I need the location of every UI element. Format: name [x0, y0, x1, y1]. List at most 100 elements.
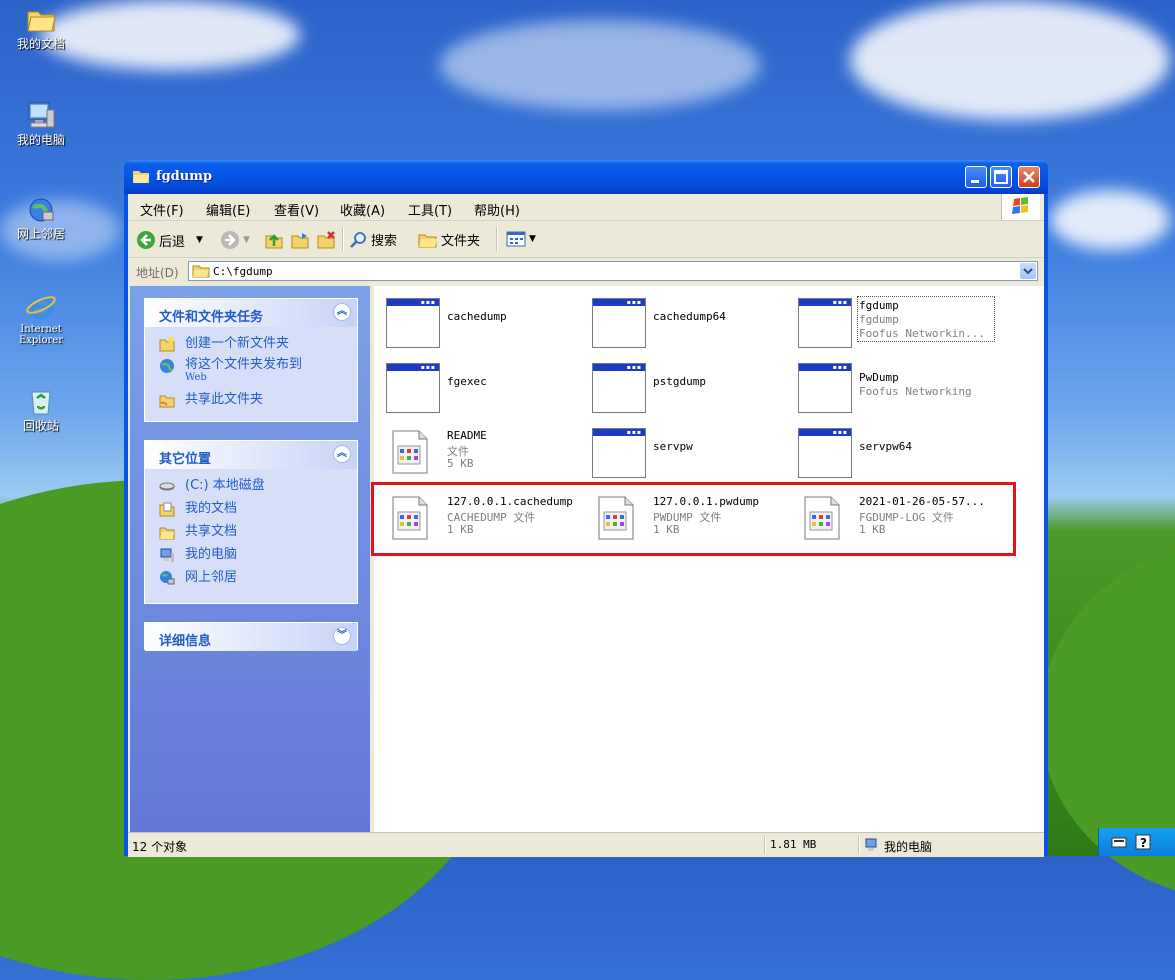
place-my-computer[interactable]: 我的电脑: [145, 544, 357, 567]
menu-edit[interactable]: 编辑(E): [206, 200, 250, 219]
other-places-panel: 其它位置 ︽ (C:) 本地磁盘 我的文档 共享文档 我的电脑 网上邻居: [144, 440, 358, 604]
network-globe-icon: [160, 571, 175, 585]
address-dropdown-button[interactable]: [1020, 263, 1036, 279]
panel-header[interactable]: 详细信息 ︾: [145, 623, 357, 651]
status-separator: [764, 836, 766, 854]
title-bar[interactable]: fgdump: [124, 160, 1048, 194]
file-name: servpw: [653, 440, 693, 453]
total-size: 1.81 MB: [770, 838, 817, 851]
chevron-down-icon[interactable]: ▼: [243, 235, 250, 245]
keyboard-icon[interactable]: [1111, 835, 1127, 849]
minimize-button[interactable]: [965, 166, 987, 188]
file-item[interactable]: ▪▪▪ PwDump Foofus Networking: [792, 361, 992, 417]
folder-icon: [159, 527, 175, 540]
delete-folder-icon: [317, 231, 335, 249]
application-icon: ▪▪▪: [592, 363, 646, 413]
maximize-icon: [994, 170, 1008, 184]
file-description: fgdump: [859, 313, 899, 326]
desktop-icon-label: 网上邻居: [16, 227, 65, 241]
task-new-folder[interactable]: 创建一个新文件夹: [145, 333, 357, 355]
task-label: 共享此文件夹: [185, 392, 264, 407]
panel-title: 文件和文件夹任务: [159, 310, 264, 325]
hard-drive-icon: [159, 482, 175, 491]
folder-up-icon: [265, 234, 283, 249]
windows-flag-icon: [1012, 197, 1028, 214]
collapse-icon[interactable]: ︽: [333, 445, 351, 463]
collapse-icon[interactable]: ︽: [333, 303, 351, 321]
internet-explorer-icon: [26, 294, 56, 320]
panel-header[interactable]: 其它位置 ︽: [145, 441, 357, 469]
menu-file[interactable]: 文件(F): [140, 200, 184, 219]
computer-icon: [160, 548, 174, 562]
file-item[interactable]: README 文件 5 KB: [380, 426, 580, 482]
place-shared-documents[interactable]: 共享文档: [145, 521, 357, 544]
chevron-down-icon[interactable]: ▼: [529, 234, 536, 244]
address-value: C:\fgdump: [213, 265, 273, 278]
back-button[interactable]: 后退 ▼: [136, 230, 203, 250]
task-publish-web[interactable]: 将这个文件夹发布到 Web: [145, 355, 357, 389]
search-label: 搜索: [371, 234, 398, 249]
file-name: fgdump: [859, 299, 899, 312]
application-icon: ▪▪▪: [592, 428, 646, 478]
menu-favorites[interactable]: 收藏(A): [340, 200, 385, 219]
move-to-button[interactable]: [290, 230, 310, 250]
file-item[interactable]: ▪▪▪ servpw: [586, 426, 786, 482]
folder-icon: [192, 265, 210, 278]
file-company: Foofus Networking: [859, 385, 972, 398]
file-item[interactable]: ▪▪▪ cachedump64: [586, 296, 786, 352]
file-item[interactable]: ▪▪▪ fgdump fgdump Foofus Networkin...: [792, 296, 995, 352]
menu-bar: 文件(F) 编辑(E) 查看(V) 收藏(A) 工具(T) 帮助(H): [128, 194, 1044, 221]
file-tasks-panel: 文件和文件夹任务 ︽ 创建一个新文件夹 将这个文件夹发布到 Web 共享此文件夹: [144, 298, 358, 422]
task-label-sub: Web: [185, 372, 207, 383]
expand-icon[interactable]: ︾: [333, 627, 351, 645]
task-share-folder[interactable]: 共享此文件夹: [145, 389, 357, 411]
chevron-down-icon: [1023, 268, 1033, 275]
place-network[interactable]: 网上邻居: [145, 567, 357, 590]
computer-icon: [28, 102, 55, 128]
application-icon: ▪▪▪: [386, 298, 440, 348]
help-icon[interactable]: ?: [1135, 834, 1151, 850]
folders-button[interactable]: 文件夹: [418, 230, 480, 249]
forward-button[interactable]: ▼: [220, 230, 250, 250]
up-folder-button[interactable]: [264, 230, 284, 250]
file-name: servpw64: [859, 440, 912, 453]
search-icon: [350, 231, 366, 248]
globe-icon: [160, 359, 174, 373]
folder-icon: [418, 234, 437, 247]
file-name: cachedump64: [653, 310, 726, 323]
file-item[interactable]: ▪▪▪ pstgdump: [586, 361, 786, 417]
menu-view[interactable]: 查看(V): [274, 200, 319, 219]
windows-logo: [1001, 194, 1040, 220]
menu-help[interactable]: 帮助(H): [474, 200, 520, 219]
place-label: 我的文档: [185, 501, 238, 516]
place-local-disk[interactable]: (C:) 本地磁盘: [145, 475, 357, 498]
desktop-icon-recycle-bin[interactable]: 回收站: [6, 386, 76, 433]
desktop-icon-label: 我的文档: [16, 37, 65, 51]
desktop-icon-internet-explorer[interactable]: Internet Explorer: [6, 290, 76, 346]
panel-title: 详细信息: [159, 634, 212, 649]
desktop-icon-network[interactable]: 网上邻居: [6, 194, 76, 241]
close-button[interactable]: [1018, 166, 1040, 188]
file-item[interactable]: ▪▪▪ cachedump: [380, 296, 580, 352]
menu-tools[interactable]: 工具(T): [408, 200, 452, 219]
search-button[interactable]: 搜索: [350, 230, 397, 249]
place-my-documents[interactable]: 我的文档: [145, 498, 357, 521]
desktop-icon-my-computer[interactable]: 我的电脑: [6, 100, 76, 147]
delete-button[interactable]: [316, 230, 336, 250]
file-size: 5 KB: [447, 457, 474, 470]
file-item[interactable]: ▪▪▪ fgexec: [380, 361, 580, 417]
window-title: fgdump: [156, 169, 213, 184]
file-item[interactable]: ▪▪▪ servpw64: [792, 426, 992, 482]
file-name: pstgdump: [653, 375, 706, 388]
address-input[interactable]: C:\fgdump: [188, 261, 1038, 281]
maximize-button[interactable]: [990, 166, 1012, 188]
panel-header[interactable]: 文件和文件夹任务 ︽: [145, 299, 357, 327]
views-button[interactable]: ▼: [506, 230, 536, 248]
folder-icon: [27, 11, 56, 32]
file-company: Foofus Networkin...: [859, 327, 985, 340]
object-count: 12 个对象: [132, 840, 188, 854]
desktop-icon-my-documents[interactable]: 我的文档: [6, 4, 76, 51]
address-label: 地址(D): [136, 266, 179, 280]
desktop-icon-label-line1: Internet: [20, 324, 62, 335]
chevron-down-icon[interactable]: ▼: [196, 235, 203, 245]
